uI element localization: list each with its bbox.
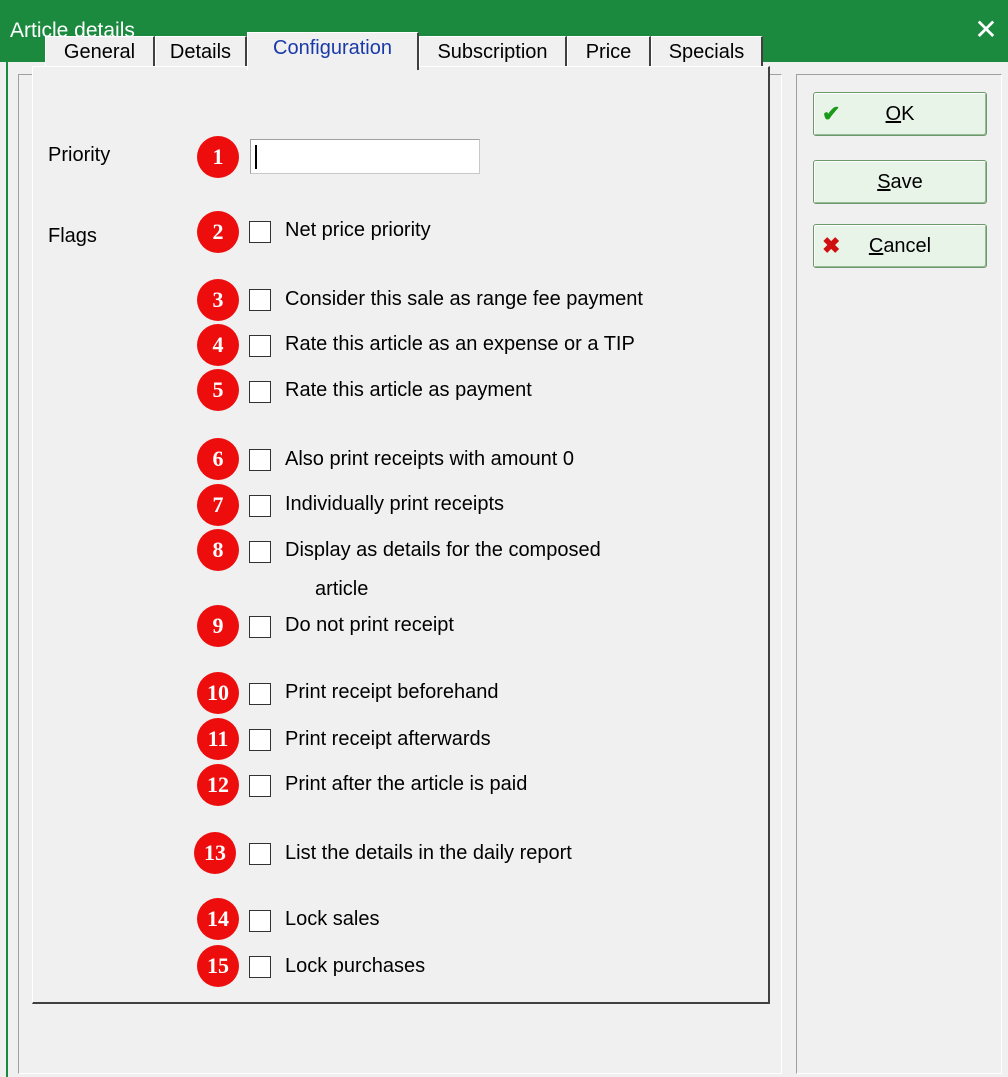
checkbox[interactable]	[249, 335, 271, 357]
checkbox[interactable]	[249, 289, 271, 311]
checkbox[interactable]	[249, 775, 271, 797]
cancel-accelerator: C	[868, 235, 884, 257]
checkbox-label: Individually print receipts	[285, 493, 504, 515]
save-button[interactable]: Save	[813, 160, 987, 204]
text-caret	[255, 145, 257, 169]
checkbox[interactable]	[249, 449, 271, 471]
checkbox-label: Do not print receipt	[285, 614, 454, 636]
tab-label: Details	[169, 41, 232, 63]
tab-details[interactable]: Details	[155, 36, 247, 68]
save-label: ave	[890, 171, 923, 193]
tab-label: Specials	[668, 41, 745, 63]
tab-subscription[interactable]: Subscription	[419, 36, 567, 68]
checkbox[interactable]	[249, 956, 271, 978]
callout-badge: 9	[197, 605, 239, 647]
priority-label: Priority	[48, 144, 111, 166]
x-icon: ✖	[822, 233, 841, 258]
checkbox-label: Lock sales	[285, 908, 380, 930]
close-icon[interactable]: ✕	[966, 10, 1006, 50]
checkbox[interactable]	[249, 495, 271, 517]
callout-badge: 1	[197, 136, 239, 178]
callout-badge: 11	[197, 718, 239, 760]
checkbox-label: Rate this article as an expense or a TIP	[285, 333, 635, 355]
callout-badge: 13	[194, 832, 236, 874]
checkbox-label: Lock purchases	[285, 955, 426, 977]
checkbox-label: Net price priority	[285, 219, 431, 241]
flags-label: Flags	[48, 225, 97, 247]
checkbox[interactable]	[249, 616, 271, 638]
callout-badge: 4	[197, 324, 239, 366]
callout-badge: 15	[197, 945, 239, 987]
tab-label: Configuration	[273, 37, 392, 59]
callout-badge: 14	[197, 898, 239, 940]
priority-input[interactable]	[250, 139, 480, 174]
checkbox-label-continued: article	[315, 578, 369, 600]
checkbox[interactable]	[249, 541, 271, 563]
save-accelerator: S	[877, 171, 891, 193]
checkbox-label: Display as details for the composed	[285, 539, 601, 561]
checkbox-label: Rate this article as payment	[285, 379, 532, 401]
tab-price[interactable]: Price	[567, 36, 651, 68]
callout-badge: 7	[197, 484, 239, 526]
ok-accelerator: O	[885, 103, 902, 125]
tab-general[interactable]: General	[45, 36, 155, 68]
checkbox-label: Consider this sale as range fee payment	[285, 288, 643, 310]
checkbox[interactable]	[249, 381, 271, 403]
callout-badge: 6	[197, 438, 239, 480]
callout-badge: 3	[197, 279, 239, 321]
checkbox-label: Print receipt beforehand	[285, 681, 499, 703]
checkbox-label: List the details in the daily report	[285, 842, 572, 864]
callout-badge: 8	[197, 529, 239, 571]
checkbox[interactable]	[249, 221, 271, 243]
callout-badge: 12	[197, 764, 239, 806]
checkbox[interactable]	[249, 910, 271, 932]
callout-badge: 10	[197, 672, 239, 714]
checkbox-label: Also print receipts with amount 0	[285, 448, 575, 470]
checkbox-label: Print after the article is paid	[285, 773, 528, 795]
checkbox[interactable]	[249, 843, 271, 865]
cancel-label: ancel	[883, 235, 932, 257]
tab-specials[interactable]: Specials	[651, 36, 763, 68]
ok-button[interactable]: ✔ OK	[813, 92, 987, 136]
ok-label: K	[901, 103, 915, 125]
check-icon: ✔	[822, 101, 841, 126]
cancel-button[interactable]: ✖ Cancel	[813, 224, 987, 268]
tab-strip: General Details Configuration Subscripti…	[33, 32, 773, 70]
checkbox[interactable]	[249, 683, 271, 705]
tab-label: Price	[585, 41, 632, 63]
checkbox-label: Print receipt afterwards	[285, 728, 491, 750]
tab-configuration[interactable]: Configuration	[247, 32, 419, 70]
tab-label: Subscription	[437, 41, 548, 63]
callout-badge: 5	[197, 369, 239, 411]
callout-badge: 2	[197, 211, 239, 253]
checkbox[interactable]	[249, 729, 271, 751]
tab-label: General	[63, 41, 136, 63]
